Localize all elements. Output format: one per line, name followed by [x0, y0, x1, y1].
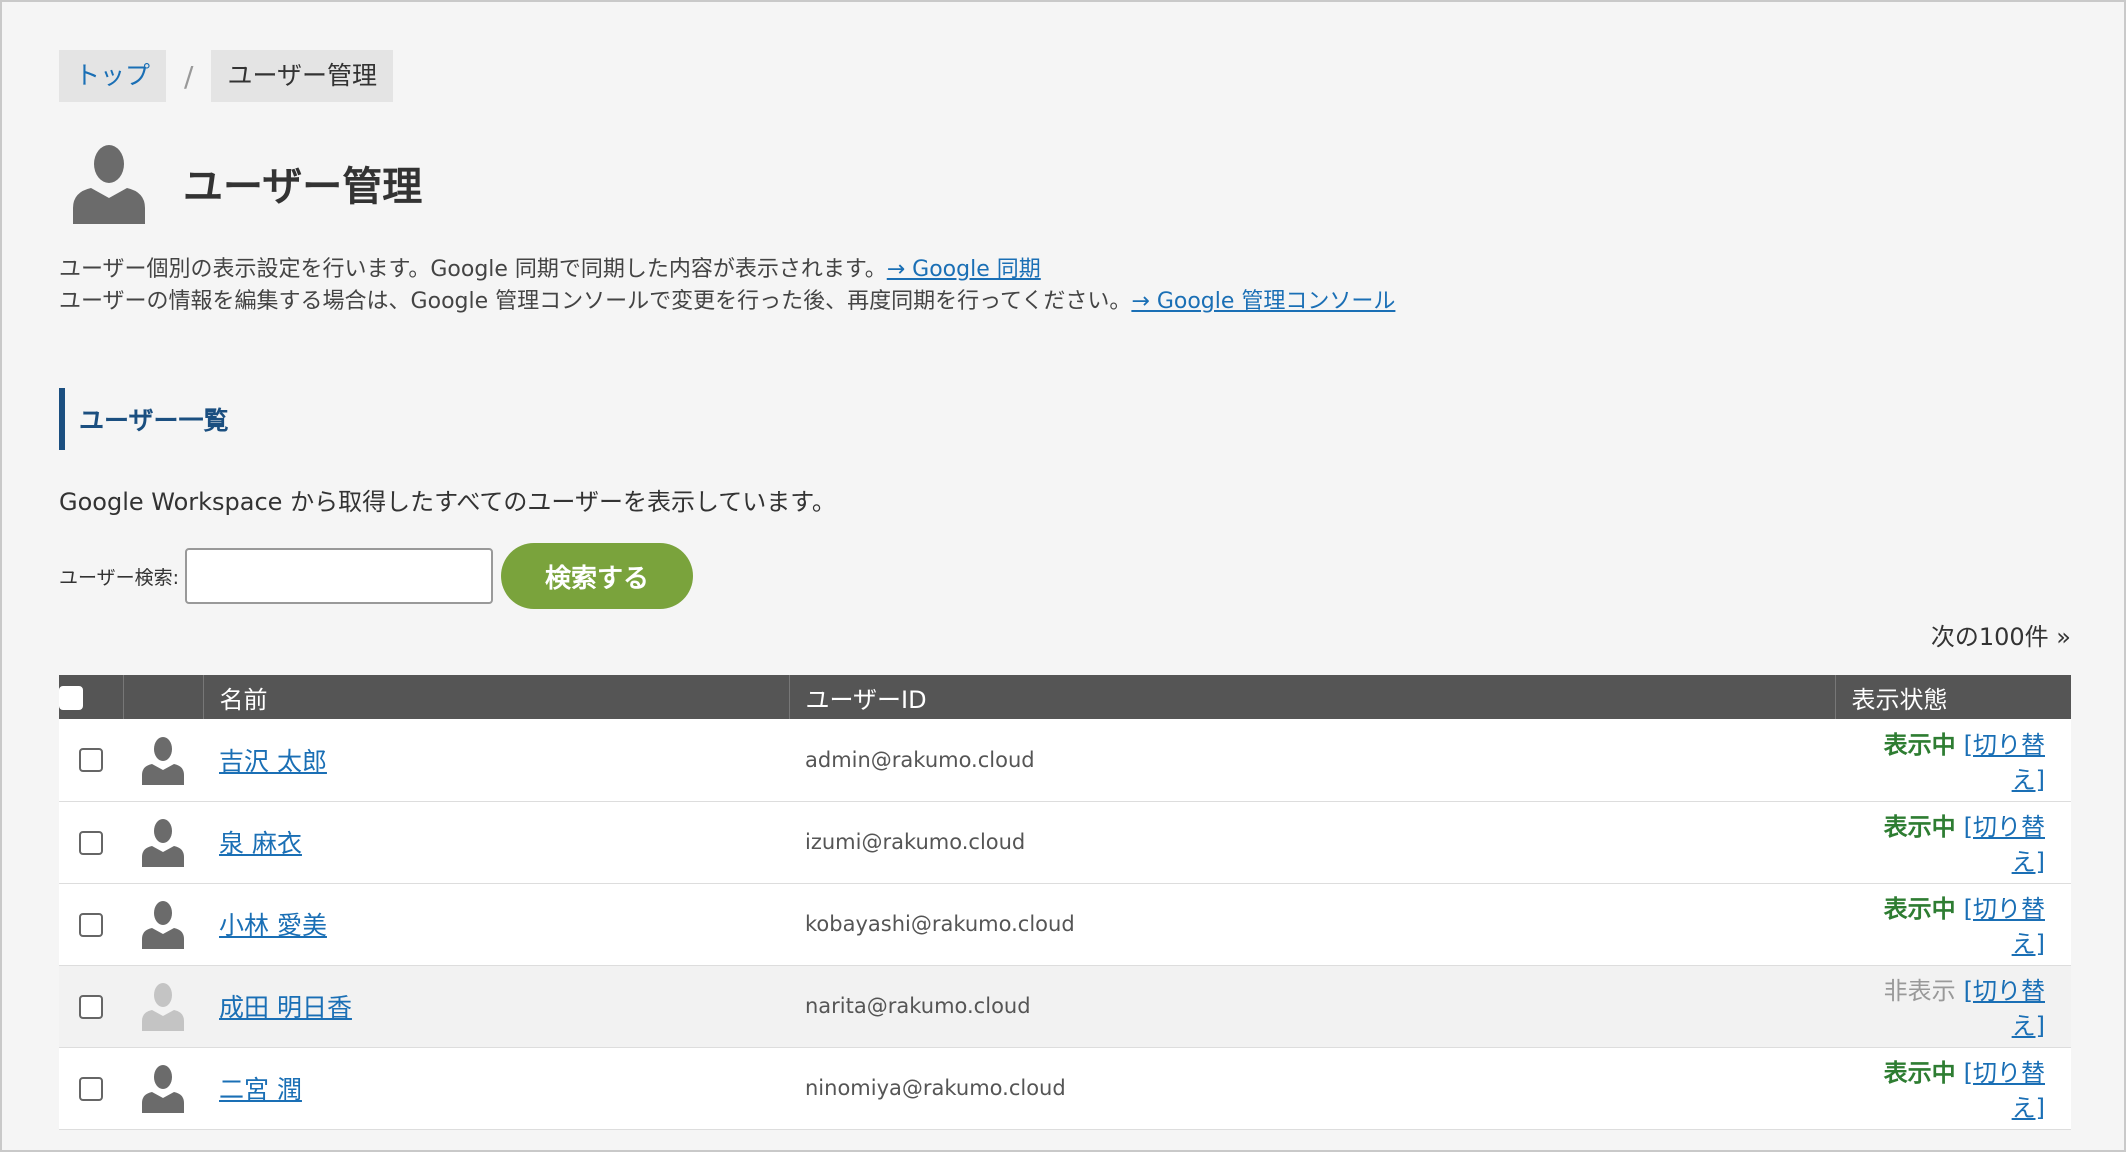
main-content: トップ / ユーザー管理 ユーザー管理 ユーザー個別の表示設定を行います。Goo…: [59, 50, 2071, 1130]
user-id-text: narita@rakumo.cloud: [805, 994, 1031, 1018]
row-checkbox[interactable]: [79, 830, 103, 855]
user-id-cell: narita@rakumo.cloud: [789, 965, 1835, 1047]
toggle-visibility-link[interactable]: [切り替え]: [1964, 731, 2045, 794]
status-text: 表示中: [1883, 813, 1956, 841]
intro-line-2: ユーザーの情報を編集する場合は、Google 管理コンソールで変更を行った後、再…: [59, 286, 2071, 318]
user-id-header: ユーザーID: [789, 675, 1836, 719]
avatar-cell: [123, 801, 203, 883]
breadcrumb-top[interactable]: トップ: [59, 50, 167, 102]
table-row: 吉沢 太郎 admin@rakumo.cloud 表示中 [切り替え]: [59, 719, 2071, 801]
user-id-cell: izumi@rakumo.cloud: [789, 801, 1835, 883]
intro-line-2-text: ユーザーの情報を編集する場合は、Google 管理コンソールで変更を行った後、再…: [59, 289, 1132, 314]
breadcrumb-top-link[interactable]: トップ: [75, 61, 150, 90]
search-button[interactable]: 検索する: [501, 543, 694, 609]
name-cell: 吉沢 太郎: [203, 719, 789, 801]
user-id-text: izumi@rakumo.cloud: [805, 830, 1026, 854]
row-checkbox[interactable]: [79, 748, 103, 773]
intro-line-1-text: ユーザー個別の表示設定を行います。Google 同期で同期した内容が表示されます…: [59, 257, 887, 282]
table-row: 二宮 潤 ninomiya@rakumo.cloud 表示中 [切り替え]: [59, 1047, 2071, 1129]
select-all-checkbox[interactable]: [59, 686, 83, 710]
user-silhouette-icon: [73, 145, 145, 224]
avatar-cell: [123, 883, 203, 965]
row-checkbox-cell: [59, 965, 123, 1047]
toggle-visibility-link[interactable]: [切り替え]: [1964, 895, 2045, 958]
user-name-link[interactable]: 泉 麻衣: [219, 829, 302, 858]
status-cell: 非表示 [切り替え]: [1835, 965, 2071, 1047]
status-header: 表示状態: [1851, 685, 1948, 714]
status-text: 表示中: [1883, 895, 1956, 923]
google-admin-console-link[interactable]: → Google 管理コンソール: [1131, 289, 1395, 314]
row-checkbox-cell: [59, 1047, 123, 1129]
toggle-visibility-link[interactable]: [切り替え]: [1964, 1059, 2045, 1122]
next-page-link[interactable]: 次の100件 »: [1931, 623, 2071, 651]
user-id-text: ninomiya@rakumo.cloud: [805, 1076, 1066, 1100]
intro-line-1: ユーザー個別の表示設定を行います。Google 同期で同期した内容が表示されます…: [59, 254, 2071, 286]
select-all-cell: [59, 675, 124, 719]
user-avatar-icon: [142, 819, 184, 867]
search-row: ユーザー検索: 検索する: [59, 543, 2071, 609]
row-checkbox-cell: [59, 719, 123, 801]
page-title: ユーザー管理: [183, 164, 423, 210]
toggle-visibility-link[interactable]: [切り替え]: [1964, 977, 2045, 1040]
user-id-cell: kobayashi@rakumo.cloud: [789, 883, 1835, 965]
status-text: 非表示: [1883, 977, 1956, 1005]
table-row: 成田 明日香 narita@rakumo.cloud 非表示 [切り替え]: [59, 965, 2071, 1047]
avatar-header: [123, 675, 204, 719]
user-avatar-icon: [142, 901, 184, 949]
avatar-cell: [123, 965, 203, 1047]
row-checkbox-cell: [59, 801, 123, 883]
user-table: 名前 ユーザーID 表示状態 吉沢 太郎 admin@rakumo.cloud …: [59, 675, 2071, 1130]
pager: 次の100件 »: [59, 617, 2071, 653]
row-checkbox[interactable]: [79, 1076, 103, 1101]
user-id-text: admin@rakumo.cloud: [805, 747, 1035, 772]
name-cell: 泉 麻衣: [203, 801, 789, 883]
user-search-input[interactable]: [185, 548, 494, 604]
breadcrumb: トップ / ユーザー管理: [59, 50, 2071, 102]
user-avatar-icon: [142, 983, 184, 1031]
table-row: 小林 愛美 kobayashi@rakumo.cloud 表示中 [切り替え]: [59, 883, 2071, 965]
user-id-text: kobayashi@rakumo.cloud: [805, 912, 1075, 936]
page-header: ユーザー管理: [59, 136, 2071, 230]
section-heading: ユーザー一覧: [59, 388, 2071, 450]
name-header: 名前: [203, 675, 790, 719]
page-frame: トップ / ユーザー管理 ユーザー管理 ユーザー個別の表示設定を行います。Goo…: [0, 0, 2126, 1152]
status-text: 表示中: [1883, 730, 1956, 759]
avatar-cell: [123, 1047, 203, 1129]
user-name-link[interactable]: 成田 明日香: [219, 993, 352, 1022]
row-checkbox[interactable]: [79, 994, 103, 1019]
avatar-cell: [123, 719, 203, 801]
search-label: ユーザー検索:: [59, 566, 180, 589]
name-cell: 成田 明日香: [203, 965, 789, 1047]
breadcrumb-separator: /: [184, 59, 194, 93]
intro-text: ユーザー個別の表示設定を行います。Google 同期で同期した内容が表示されます…: [59, 254, 2071, 318]
table-row: 泉 麻衣 izumi@rakumo.cloud 表示中 [切り替え]: [59, 801, 2071, 883]
breadcrumb-current: ユーザー管理: [211, 50, 393, 102]
user-id-cell: admin@rakumo.cloud: [789, 719, 1835, 801]
user-avatar-icon: [142, 736, 184, 785]
name-cell: 二宮 潤: [203, 1047, 789, 1129]
status-cell: 表示中 [切り替え]: [1835, 883, 2071, 965]
name-cell: 小林 愛美: [203, 883, 789, 965]
user-name-link[interactable]: 小林 愛美: [219, 911, 327, 940]
section-description: Google Workspace から取得したすべてのユーザーを表示しています。: [59, 488, 836, 516]
table-header-row: 名前 ユーザーID 表示状態: [59, 675, 2071, 719]
status-cell: 表示中 [切り替え]: [1835, 1047, 2071, 1129]
user-id-cell: ninomiya@rakumo.cloud: [789, 1047, 1835, 1129]
status-cell: 表示中 [切り替え]: [1835, 801, 2071, 883]
row-checkbox[interactable]: [79, 912, 103, 937]
status-cell: 表示中 [切り替え]: [1835, 719, 2071, 801]
user-name-link[interactable]: 吉沢 太郎: [219, 747, 327, 776]
row-checkbox-cell: [59, 883, 123, 965]
user-avatar-icon: [142, 1065, 184, 1113]
status-text: 表示中: [1883, 1059, 1956, 1087]
google-sync-link[interactable]: → Google 同期: [887, 257, 1041, 282]
user-name-link[interactable]: 二宮 潤: [219, 1075, 302, 1104]
toggle-visibility-link[interactable]: [切り替え]: [1964, 813, 2045, 876]
